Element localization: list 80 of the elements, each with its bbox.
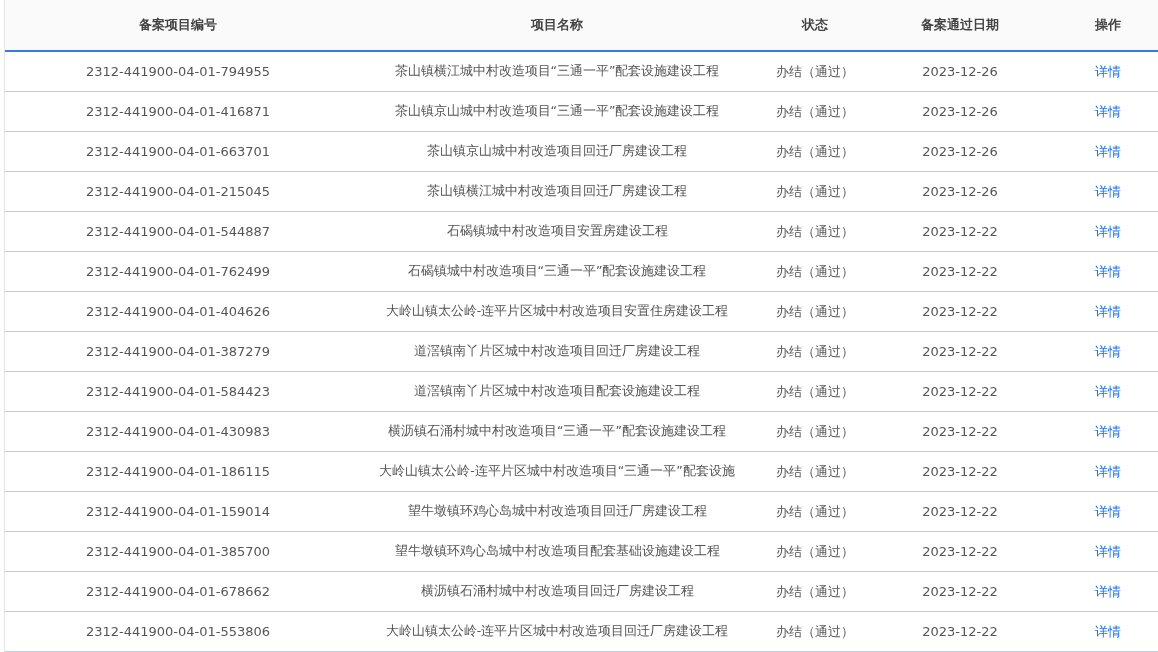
table-cell-text: 2312-441900-04-01-794955 (84, 62, 272, 81)
table-cell-text: 道滘镇南丫片区城中村改造项目回迁厂房建设工程 (413, 342, 701, 361)
details-link[interactable]: 详情 (1095, 501, 1121, 522)
details-link[interactable]: 详情 (1095, 421, 1121, 442)
table-cell-text: 大岭山镇太公岭-连平片区城中村改造项目回迁厂房建设工程 (384, 622, 730, 641)
table-cell-text: 2023-12-22 (921, 222, 999, 241)
details-link[interactable]: 详情 (1095, 221, 1121, 242)
details-link[interactable]: 详情 (1095, 61, 1121, 82)
table-cell-text: 办结（通过） (775, 582, 855, 601)
table-cell-text: 办结（通过） (775, 262, 855, 281)
table-cell-text: 石碣镇城中村改造项目安置房建设工程 (445, 222, 669, 241)
table-cell-text: 2312-441900-04-01-416871 (84, 102, 272, 121)
table-cell-text: 2312-441900-04-01-404626 (84, 302, 272, 321)
details-link[interactable]: 详情 (1095, 381, 1121, 402)
table-cell-text: 2312-441900-04-01-678662 (84, 582, 272, 601)
details-link[interactable]: 详情 (1095, 341, 1121, 362)
table-cell-text: 2023-12-26 (921, 62, 999, 81)
table-cell-text: 2023-12-22 (921, 382, 999, 401)
table-cell-text: 2023-12-22 (921, 342, 999, 361)
column-header: 备案通过日期 (920, 16, 1000, 35)
table-cell-text: 2023-12-22 (921, 422, 999, 441)
table-cell-text: 横沥镇石涌村城中村改造项目“三通一平”配套设施建设工程 (387, 422, 727, 441)
details-link[interactable]: 详情 (1095, 141, 1121, 162)
details-link[interactable]: 详情 (1095, 101, 1121, 122)
table-cell-text: 2023-12-26 (921, 102, 999, 121)
table-cell-text: 2312-441900-04-01-186115 (84, 462, 272, 481)
table-cell-text: 2023-12-22 (921, 462, 999, 481)
table-cell-text: 2312-441900-04-01-553806 (84, 622, 272, 641)
table-cell-text: 望牛墩镇环鸡心岛城中村改造项目配套基础设施建设工程 (393, 542, 721, 561)
table-cell-text: 2312-441900-04-01-430983 (84, 422, 272, 441)
table-cell-text: 茶山镇京山城中村改造项目回迁厂房建设工程 (426, 142, 688, 161)
details-link[interactable]: 详情 (1095, 621, 1121, 642)
table-cell-text: 2023-12-22 (921, 302, 999, 321)
details-link[interactable]: 详情 (1095, 181, 1121, 202)
table-cell-text: 2312-441900-04-01-387279 (84, 342, 272, 361)
table-cell-text: 茶山镇横江城中村改造项目“三通一平”配套设施建设工程 (393, 62, 721, 81)
table-cell-text: 大岭山镇太公岭-连平片区城中村改造项目“三通一平”配套设施 (378, 462, 736, 481)
table-cell-text: 道滘镇南丫片区城中村改造项目配套设施建设工程 (413, 382, 701, 401)
table-cell-text: 办结（通过） (775, 622, 855, 641)
table-cell-text: 大岭山镇太公岭-连平片区城中村改造项目安置住房建设工程 (384, 302, 730, 321)
table-cell-text: 办结（通过） (775, 302, 855, 321)
table-cell-text: 2023-12-22 (921, 622, 999, 641)
table-cell-text: 办结（通过） (775, 222, 855, 241)
table-cell-text: 茶山镇京山城中村改造项目“三通一平”配套设施建设工程 (393, 102, 721, 121)
table-cell-text: 2023-12-26 (921, 142, 999, 161)
table-cell-text: 办结（通过） (775, 382, 855, 401)
column-header: 项目名称 (529, 16, 584, 35)
table-cell-text: 办结（通过） (775, 542, 855, 561)
table-cell-text: 办结（通过） (775, 502, 855, 521)
table-cell-text: 办结（通过） (775, 142, 855, 161)
table-cell-text: 2312-441900-04-01-215045 (84, 182, 272, 201)
table-cell-text: 2023-12-22 (921, 502, 999, 521)
table-cell-text: 2023-12-22 (921, 542, 999, 561)
table-cell-text: 横沥镇石涌村城中村改造项目回迁厂房建设工程 (419, 582, 695, 601)
table-cell-text: 石碣镇城中村改造项目“三通一平”配套设施建设工程 (406, 262, 708, 281)
table-cell-text: 2312-441900-04-01-385700 (84, 542, 272, 561)
column-header: 备案项目编号 (138, 16, 218, 35)
column-header: 操作 (1094, 16, 1122, 35)
table-cell-text: 2023-12-26 (921, 182, 999, 201)
table-cell-text: 茶山镇横江城中村改造项目回迁厂房建设工程 (426, 182, 688, 201)
details-link[interactable]: 详情 (1095, 581, 1121, 602)
table-cell-text: 2023-12-22 (921, 582, 999, 601)
table-cell-text: 办结（通过） (775, 182, 855, 201)
table-cell-text: 望牛墩镇环鸡心岛城中村改造项目回迁厂房建设工程 (406, 502, 708, 521)
table-cell-text: 2312-441900-04-01-584423 (84, 382, 272, 401)
table-cell-text: 办结（通过） (775, 102, 855, 121)
details-link[interactable]: 详情 (1095, 261, 1121, 282)
table-cell-text: 2023-12-22 (921, 262, 999, 281)
details-link[interactable]: 详情 (1095, 541, 1121, 562)
table-cell-text: 办结（通过） (775, 62, 855, 81)
column-header: 状态 (800, 16, 829, 35)
table-cell-text: 办结（通过） (775, 342, 855, 361)
table-cell-text: 2312-441900-04-01-663701 (84, 142, 272, 161)
table-cell-text: 2312-441900-04-01-159014 (84, 502, 272, 521)
table-cell-text: 2312-441900-04-01-544887 (84, 222, 272, 241)
details-link[interactable]: 详情 (1095, 301, 1121, 322)
details-link[interactable]: 详情 (1095, 461, 1121, 482)
table-cell-text: 办结（通过） (775, 422, 855, 441)
table-cell-text: 2312-441900-04-01-762499 (84, 262, 272, 281)
table-cell-text: 办结（通过） (775, 462, 855, 481)
